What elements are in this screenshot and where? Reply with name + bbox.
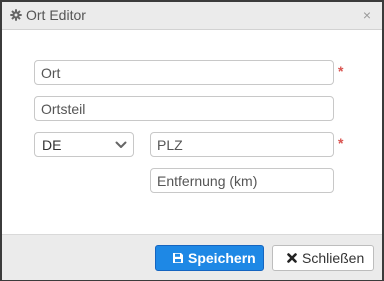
close-button[interactable]: Schließen (272, 245, 374, 271)
ortsteil-input[interactable] (34, 96, 334, 121)
close-icon[interactable]: × (360, 7, 374, 23)
close-button-label: Schließen (302, 250, 365, 266)
dialog-footer: Speichern Schließen (2, 234, 382, 280)
plz-input[interactable] (150, 132, 334, 157)
chevron-down-icon (115, 141, 127, 148)
entfernung-input[interactable] (150, 168, 334, 193)
plz-required-marker: * (338, 135, 344, 151)
x-icon (287, 253, 297, 263)
save-button[interactable]: Speichern (155, 245, 264, 271)
gear-icon (10, 9, 22, 21)
floppy-disk-icon (173, 253, 183, 263)
country-select-value: DE (42, 137, 62, 153)
country-select[interactable]: DE (34, 132, 134, 157)
dialog-titlebar: Ort Editor × (2, 2, 382, 30)
ort-required-marker: * (338, 63, 344, 79)
ort-input[interactable] (34, 60, 334, 85)
ort-editor-dialog: Ort Editor × * DE * Speichern Schließen (0, 0, 384, 281)
save-button-label: Speichern (188, 250, 256, 266)
dialog-title: Ort Editor (26, 7, 86, 23)
